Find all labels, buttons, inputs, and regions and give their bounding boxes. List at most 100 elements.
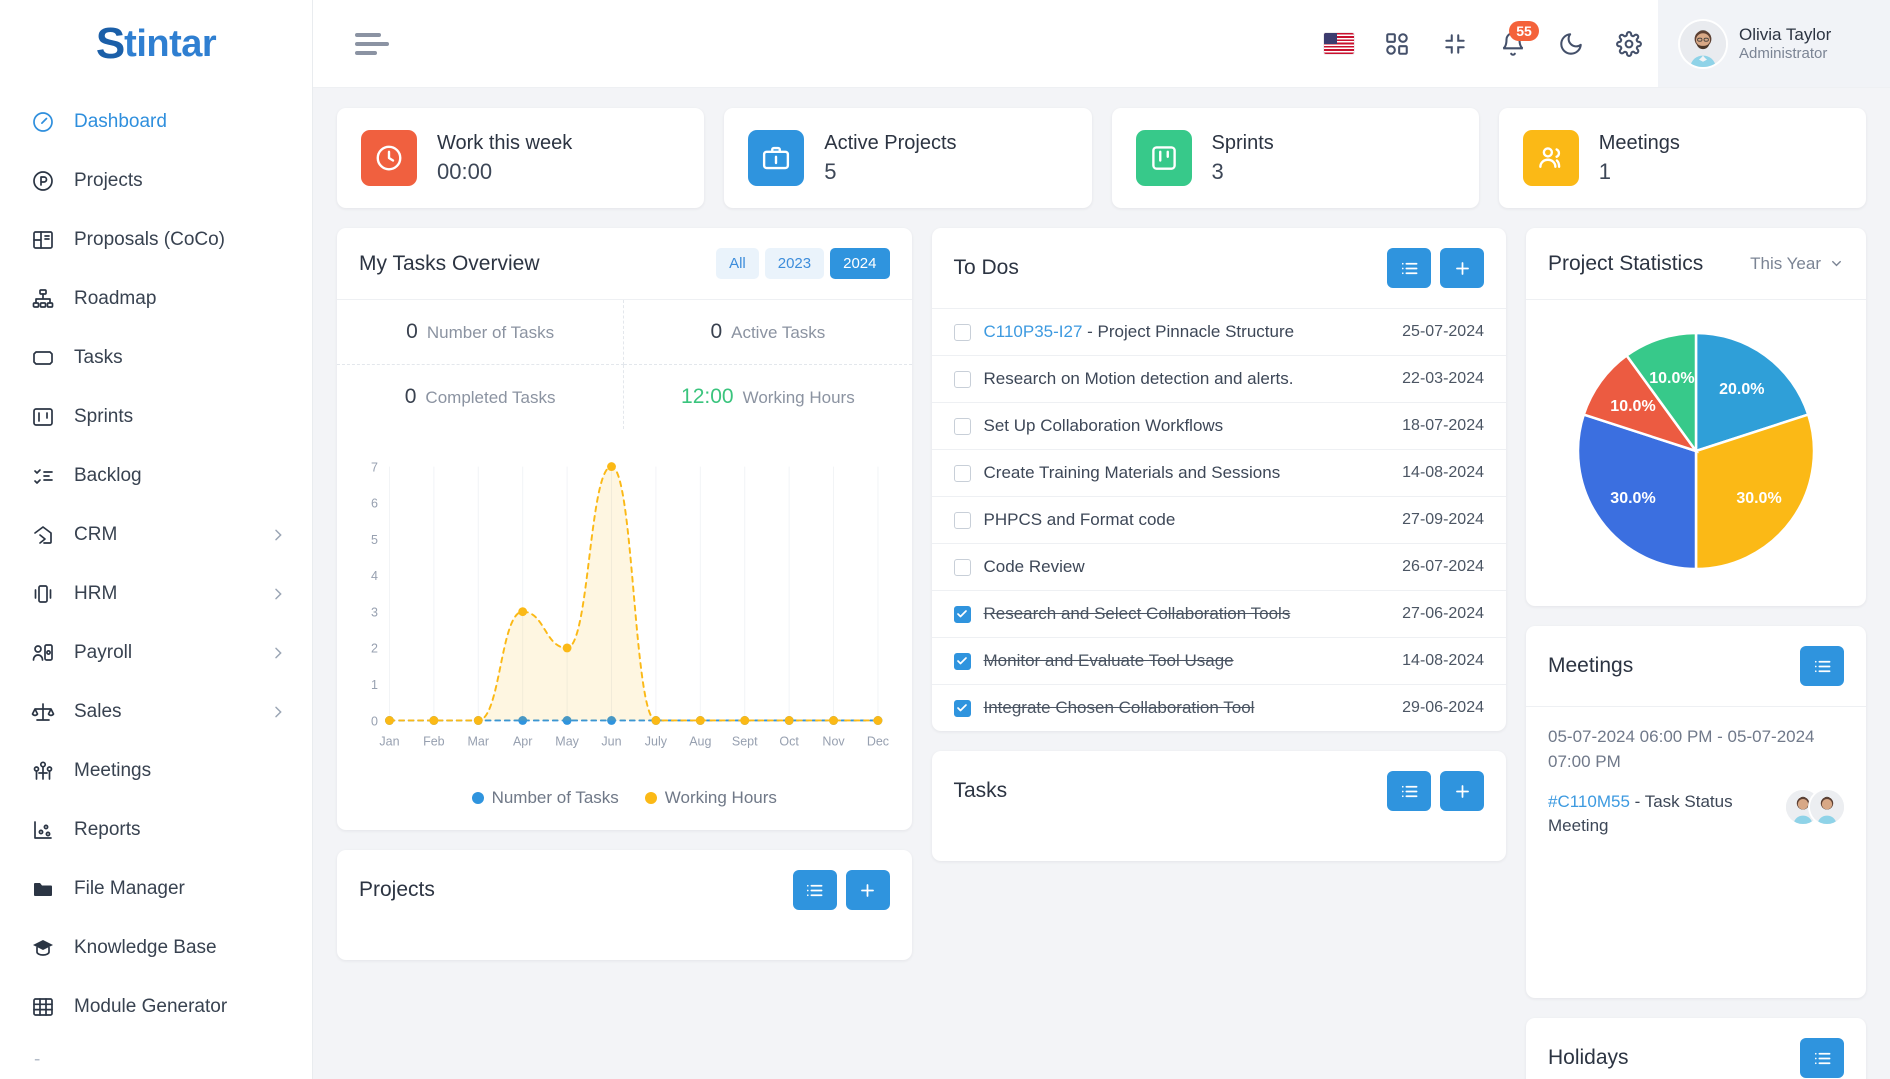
plus-icon[interactable] <box>1440 248 1484 288</box>
sidebar-item-reports[interactable]: Reports <box>0 800 312 859</box>
todo-label: Code Review <box>983 557 1085 576</box>
svg-text:0: 0 <box>371 714 378 728</box>
gear-icon[interactable] <box>1600 15 1658 73</box>
legend-item[interactable]: Working Hours <box>644 788 777 808</box>
todo-checkbox[interactable] <box>953 699 971 717</box>
svg-text:6: 6 <box>371 497 378 511</box>
year-filter-2024[interactable]: 2024 <box>830 248 890 279</box>
sidebar-item-hrm[interactable]: HRM <box>0 564 312 623</box>
todo-item[interactable]: C110P35-I27 - Project Pinnacle Structure… <box>931 309 1506 356</box>
list-icon[interactable] <box>1800 646 1844 686</box>
sidebar-item-projects[interactable]: Projects <box>0 151 312 210</box>
todo-item[interactable]: Research on Motion detection and alerts.… <box>931 356 1506 403</box>
todo-label: Monitor and Evaluate Tool Usage <box>983 651 1234 670</box>
projects-card: Projects <box>337 850 912 960</box>
payroll-icon <box>30 640 56 666</box>
sidebar-item-payroll[interactable]: Payroll <box>0 623 312 682</box>
list-icon[interactable] <box>1800 1038 1844 1078</box>
todo-item[interactable]: Integrate Chosen Collaboration Tool 29-06… <box>932 685 1507 731</box>
apps-grid-icon[interactable] <box>1368 15 1426 73</box>
todo-label: Research and Select Collaboration Tools <box>983 604 1291 623</box>
todo-checkbox[interactable] <box>953 511 971 529</box>
hamburger-icon[interactable] <box>355 32 389 55</box>
todo-item[interactable]: Set Up Collaboration Workflows 18-07-2024 <box>931 403 1506 450</box>
sidebar-item-dashboard[interactable]: Dashboard <box>0 92 312 151</box>
todo-checkbox[interactable] <box>953 652 971 670</box>
kpi-row: Work this week 00:00 Active Projects 5 Sprin… <box>337 108 1866 208</box>
legend-swatch <box>471 792 484 804</box>
sidebar-item-label: CRM <box>74 523 118 545</box>
todo-item[interactable]: Code Review 26-07-2024 <box>931 544 1506 591</box>
todos-header: To Dos <box>931 228 1506 309</box>
todo-checkbox[interactable] <box>953 370 971 388</box>
sidebar-item-label: Meetings <box>74 759 152 781</box>
tasks-line-chart: 0 1 2 3 4 5 6 7 Jan Feb Mar Apr May Jun July Aug Sept Oct… <box>337 429 912 782</box>
period-dropdown[interactable]: This Year <box>1750 254 1844 274</box>
meeting-entry[interactable]: #C110M55 - Task Status Meeting <box>1548 790 1844 838</box>
todo-checkbox[interactable] <box>953 605 971 623</box>
sidebar-item-file-manager[interactable]: File Manager <box>0 859 312 918</box>
list-icon[interactable] <box>1387 248 1431 288</box>
sidebar-item-tasks[interactable]: Tasks <box>0 328 312 387</box>
todo-item[interactable]: PHPCS and Format code 27-09-2024 <box>931 497 1506 544</box>
sidebar-item-proposals-coco[interactable]: Proposals (CoCo) <box>0 210 312 269</box>
user-profile[interactable]: Olivia Taylor Administrator <box>1658 0 1890 87</box>
sidebar-item-meetings[interactable]: Meetings <box>0 741 312 800</box>
fullscreen-exit-icon[interactable] <box>1426 15 1484 73</box>
list-icon[interactable] <box>1387 771 1431 811</box>
sales-icon <box>30 699 56 725</box>
avatar <box>1810 790 1844 825</box>
holidays-header: Holidays <box>1526 1018 1866 1079</box>
pie-chart-svg: 20.0% 30.0% 30.0% 10.0% 10.0% <box>1576 331 1816 571</box>
sidebar-item-module-generator[interactable]: Module Generator <box>0 977 312 1036</box>
sidebar-item-crm[interactable]: CRM <box>0 505 312 564</box>
kpi-card-work-this-week[interactable]: Work this week 00:00 <box>337 108 705 208</box>
tasks-card-title: Tasks <box>953 779 1008 802</box>
year-filter-all[interactable]: All <box>716 248 759 279</box>
todo-checkbox[interactable] <box>953 464 971 482</box>
hrm-icon <box>30 581 56 607</box>
folder-icon <box>30 876 56 902</box>
todo-id[interactable]: C110P35-I27 <box>984 322 1083 341</box>
sidebar-item-roadmap[interactable]: Roadmap <box>0 269 312 328</box>
year-filter-2023[interactable]: 2023 <box>764 248 825 279</box>
todo-date: 14-08-2024 <box>1402 464 1484 481</box>
kpi-card-active-projects[interactable]: Active Projects 5 <box>724 108 1092 208</box>
todo-text: Research on Motion detection and alerts. <box>984 369 1390 389</box>
todo-date: 22-03-2024 <box>1402 370 1484 387</box>
chevron-right-icon <box>270 586 286 602</box>
todos-actions <box>1387 248 1484 288</box>
todo-checkbox[interactable] <box>953 417 971 435</box>
legend-label: Number of Tasks <box>491 788 619 807</box>
app-logo[interactable]: Stintar <box>0 0 312 88</box>
plus-icon[interactable] <box>845 870 890 910</box>
sidebar-item-backlog[interactable]: Backlog <box>0 446 312 505</box>
meeting-attendees[interactable] <box>1786 790 1844 825</box>
topbar: 55 Olivia Taylor Administrator <box>313 0 1890 88</box>
kpi-title: Work this week <box>437 132 573 155</box>
todo-item[interactable]: Create Training Materials and Sessions 14… <box>931 450 1506 497</box>
tasks-overview-header: My Tasks Overview All 2023 2024 <box>337 228 912 300</box>
list-icon[interactable] <box>792 870 837 910</box>
sidebar-item-sprints[interactable]: Sprints <box>0 387 312 446</box>
kpi-card-sprints[interactable]: Sprints 3 <box>1111 108 1479 208</box>
todo-checkbox[interactable] <box>953 323 971 341</box>
logo-mark: S <box>95 19 125 68</box>
sidebar-item-sales[interactable]: Sales <box>0 682 312 741</box>
kpi-card-meetings[interactable]: Meetings 1 <box>1498 108 1866 208</box>
todo-item[interactable]: Research and Select Collaboration Tools 2… <box>931 591 1506 638</box>
svg-text:Apr: Apr <box>513 734 532 748</box>
svg-text:Oct: Oct <box>779 734 799 748</box>
us-flag-icon[interactable] <box>1310 15 1368 73</box>
todo-checkbox[interactable] <box>953 558 971 576</box>
sidebar-item-knowledge-base[interactable]: Knowledge Base <box>0 918 312 977</box>
todo-item[interactable]: Monitor and Evaluate Tool Usage 14-08-202… <box>931 638 1506 685</box>
plus-icon[interactable] <box>1440 771 1484 811</box>
app-root: Stintar Dashboard Projects Proposals (CoCo… <box>0 0 1890 1079</box>
legend-item[interactable]: Number of Tasks <box>471 788 619 808</box>
todo-text: Create Training Materials and Sessions <box>984 463 1390 483</box>
projects-actions <box>792 870 890 910</box>
moon-icon[interactable] <box>1542 15 1600 73</box>
bell-icon[interactable]: 55 <box>1484 15 1542 73</box>
task-stat-value: 0 <box>710 320 723 343</box>
